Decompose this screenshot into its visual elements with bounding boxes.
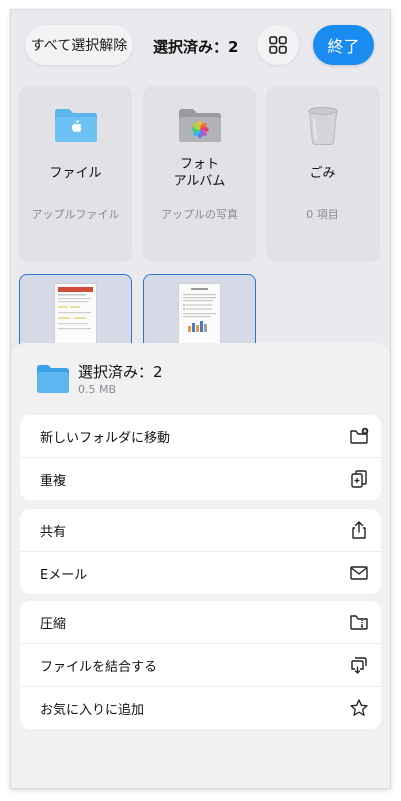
zip-icon (350, 615, 368, 630)
action-group-organize: 新しいフォルダに移動 重複 (20, 415, 381, 500)
photo-album-tile[interactable]: フォト アルバム アップルの写真 (143, 86, 256, 262)
menu-item-merge-files[interactable]: ファイルを結合する (20, 644, 381, 687)
files-tile[interactable]: ファイル アップルファイル (19, 86, 132, 262)
folder-icon (37, 365, 69, 393)
new-folder-icon (350, 427, 369, 444)
tile-subtitle: アップルの写真 (161, 208, 238, 221)
menu-item-add-to-favorites[interactable]: お気に入りに追加 (20, 687, 381, 729)
menu-item-label: Eメール (40, 567, 88, 583)
tile-name: フォト アルバム (173, 157, 226, 189)
app-window: すべて選択解除 選択済み：2 終了 ファイル アップルファイル フォト アルバム… (11, 10, 390, 788)
share-icon (352, 521, 366, 539)
star-icon (350, 699, 368, 716)
menu-item-email[interactable]: Eメール (20, 552, 381, 594)
grid-icon (269, 36, 287, 54)
document-thumbnail (55, 284, 96, 344)
menu-item-duplicate[interactable]: 重複 (20, 458, 381, 500)
menu-item-compress[interactable]: 圧縮 (20, 601, 381, 644)
menu-item-label: 共有 (40, 524, 67, 540)
document-thumbnail (179, 284, 220, 344)
mail-icon (350, 566, 368, 580)
duplicate-icon (351, 470, 367, 488)
files-folder-icon (54, 109, 97, 142)
menu-item-label: ファイルを結合する (40, 659, 158, 675)
top-bar: すべて選択解除 選択済み：2 終了 (11, 10, 390, 82)
menu-item-label: 重複 (40, 473, 67, 489)
done-button[interactable]: 終了 (313, 25, 374, 65)
menu-item-share[interactable]: 共有 (20, 509, 381, 552)
action-sheet: 選択済み：2 0.5 MB 新しいフォルダに移動 重複 共有 Eメール 圧縮 フ… (11, 343, 390, 788)
sheet-header: 選択済み：2 0.5 MB (11, 343, 390, 413)
menu-item-move-to-new-folder[interactable]: 新しいフォルダに移動 (20, 415, 381, 458)
photos-folder-icon (178, 109, 221, 142)
tile-name: ごみ (309, 166, 336, 181)
sheet-size: 0.5 MB (78, 383, 117, 396)
action-group-share: 共有 Eメール (20, 509, 381, 594)
sheet-title: 選択済み：2 (78, 363, 163, 381)
trash-icon (308, 107, 337, 145)
tile-subtitle: 0 項目 (306, 208, 339, 221)
merge-icon (351, 657, 367, 674)
menu-item-label: 新しいフォルダに移動 (40, 430, 171, 446)
trash-tile[interactable]: ごみ 0 項目 (266, 86, 380, 262)
grid-view-button[interactable] (257, 25, 299, 65)
deselect-all-button[interactable]: すべて選択解除 (25, 25, 133, 65)
menu-item-label: 圧縮 (40, 616, 67, 632)
selection-title: 選択済み：2 (153, 38, 239, 56)
tile-subtitle: アップルファイル (31, 208, 120, 221)
tile-name: ファイル (49, 166, 102, 181)
menu-item-label: お気に入りに追加 (40, 702, 145, 718)
action-group-more: 圧縮 ファイルを結合する お気に入りに追加 (20, 601, 381, 729)
